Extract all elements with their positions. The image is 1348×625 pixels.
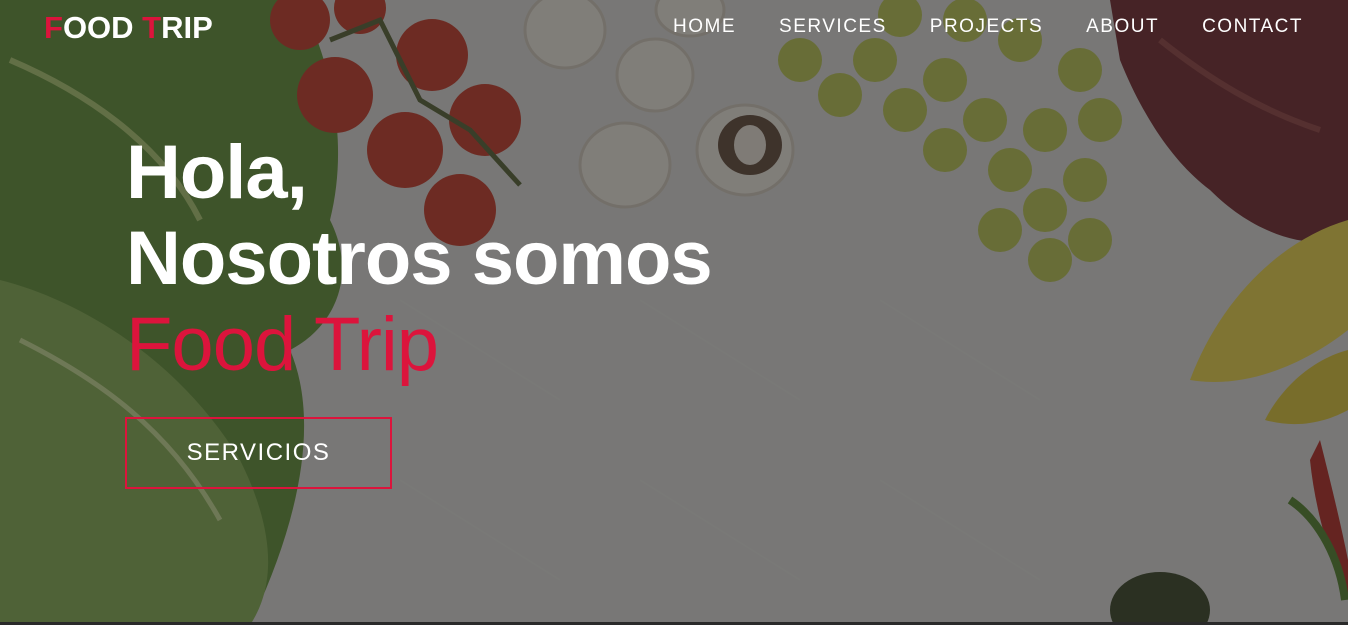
headline-greeting: Hola, (126, 130, 308, 215)
logo-initial-f: F (44, 10, 63, 45)
hero-headline: Hola, Nosotros somos Food Trip (126, 130, 713, 388)
nav-menu: HOME SERVICES PROJECTS ABOUT CONTACT (630, 16, 1303, 38)
hero-section: FOOD TRIP HOME SERVICES PROJECTS ABOUT C… (0, 0, 1348, 625)
headline-intro: Nosotros somos (126, 216, 713, 301)
headline-brand: Food Trip (126, 302, 439, 387)
nav-link-services[interactable]: SERVICES (779, 16, 887, 38)
nav-link-about[interactable]: ABOUT (1086, 16, 1159, 38)
nav-link-home[interactable]: HOME (673, 16, 736, 38)
nav-link-contact[interactable]: CONTACT (1202, 16, 1303, 38)
logo-initial-t: T (142, 10, 162, 45)
navbar: FOOD TRIP HOME SERVICES PROJECTS ABOUT C… (0, 0, 1348, 56)
logo-word-trip: RIP (161, 10, 213, 45)
site-logo[interactable]: FOOD TRIP (44, 10, 213, 46)
logo-word-food: OOD (62, 10, 143, 45)
services-button[interactable]: SERVICIOS (125, 417, 392, 489)
nav-link-projects[interactable]: PROJECTS (930, 16, 1043, 38)
